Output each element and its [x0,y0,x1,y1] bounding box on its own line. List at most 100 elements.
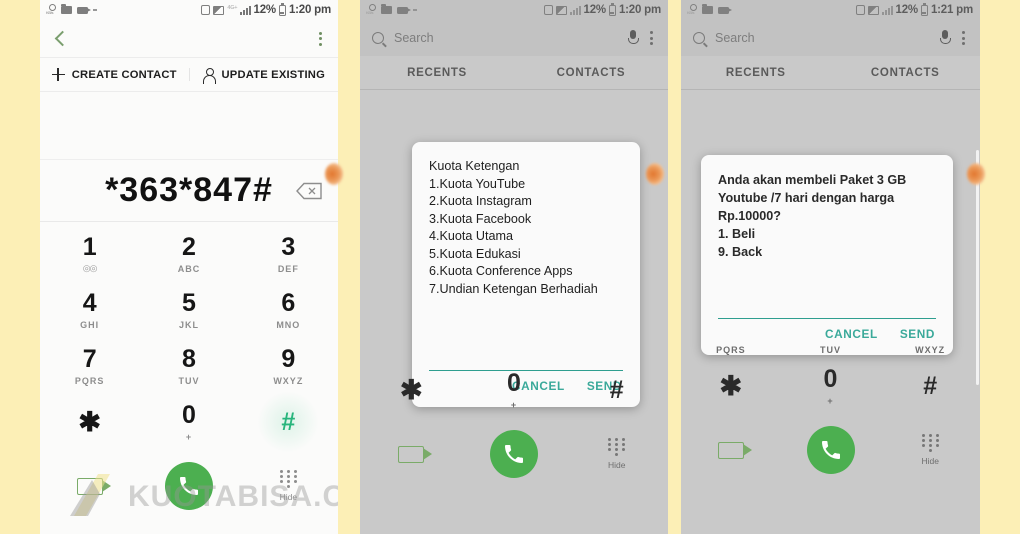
back-icon[interactable] [54,30,71,47]
key-digit: 7 [82,344,97,373]
key-letters: + [827,395,834,406]
key-star[interactable]: ✱ [40,394,139,450]
status-bar-left-icons [46,4,97,16]
tab-recents[interactable]: RECENTS [681,67,831,79]
key-digit: 0 [823,364,838,393]
search-input[interactable]: Search [394,31,618,45]
more-options-icon[interactable] [959,28,968,48]
key-8[interactable]: 8 TUV [139,338,238,394]
key-letters: ABC [177,263,201,274]
edge-nub-3 [967,163,985,185]
phone-screen-ussd-confirm: 12% 1:21 pm Search RECENTS CONTACTS Anda… [681,0,980,534]
key-digit: 6 [281,288,296,317]
voicemail-icon: ◎◎ [82,262,98,273]
key-letters: DEF [277,263,299,274]
key-hash[interactable]: # [565,362,668,418]
key-4[interactable]: 4 GHI [40,282,139,338]
edge-nub-1 [325,163,343,185]
clock-label: 1:20 pm [288,4,331,16]
network-type-label: 4G+ [227,4,238,11]
hide-label: Hide [279,492,298,502]
call-button-cell [781,426,881,474]
video-call-button[interactable] [681,441,781,459]
status-bar: 12% 1:20 pm [360,0,668,20]
call-button-cell [139,462,238,510]
keypad-letters-row: PQRS TUV WXYZ [681,342,980,358]
mic-icon[interactable] [628,30,639,46]
key-digit: ✱ [78,406,101,437]
plus-icon [51,68,65,81]
more-options-icon[interactable] [316,29,325,49]
key-0[interactable]: 0 + [781,358,881,414]
send-button[interactable]: SEND [900,327,935,341]
update-existing-button[interactable]: UPDATE EXISTING [190,67,339,84]
key-letters: + [185,431,193,442]
status-bar-left-icons [367,4,417,16]
key-letters: WXYZ [273,375,304,386]
key-9[interactable]: 9 WXYZ [239,338,338,394]
key-0[interactable]: 0 + [139,394,238,450]
create-contact-button[interactable]: CREATE CONTACT [40,68,190,81]
key-7[interactable]: 7 PQRS [40,338,139,394]
keypad-row: ✱ 0 + # [40,394,338,450]
key-star[interactable]: ✱ [360,362,463,418]
key-0[interactable]: 0 + [463,362,566,418]
hide-keypad-button[interactable]: Hide [565,438,668,470]
status-bar-right-icons: 12% 1:20 pm [544,3,661,16]
dial-keypad: 1 ◎◎ 2 ABC 3 DEF 4 GHI 5 JKL 6 MNO 7 PQR… [40,222,338,450]
key-letters: WXYZ [915,345,946,355]
update-existing-label: UPDATE EXISTING [221,68,325,81]
key-8-letters: TUV [781,342,881,358]
folder-icon [61,4,72,14]
tab-recents[interactable]: RECENTS [360,67,514,79]
backspace-icon[interactable] [296,182,322,199]
key-6[interactable]: 6 MNO [239,282,338,338]
hide-keypad-button[interactable]: Hide [880,434,980,466]
key-digit: # [281,407,296,436]
ussd-message: Kuota Ketengan 1.Kuota YouTube 2.Kuota I… [429,159,598,296]
cancel-button[interactable]: CANCEL [825,327,878,341]
search-input[interactable]: Search [715,31,930,45]
keypad-grid-icon [608,438,626,456]
dialer-bottom-bar: Hide [40,450,338,522]
tab-contacts[interactable]: CONTACTS [831,67,981,79]
contact-actions-bar: CREATE CONTACT UPDATE EXISTING [40,57,338,92]
key-digit: # [609,375,624,404]
dash-icon [93,9,97,11]
keypad-row: 4 GHI 5 JKL 6 MNO [40,282,338,338]
key-star[interactable]: ✱ [681,358,781,414]
more-options-icon[interactable] [647,28,656,48]
keypad-row: ✱ 0 + # [681,358,980,414]
folder-icon [702,4,713,14]
dialed-number-display[interactable]: *363*847# [40,160,338,222]
mic-icon[interactable] [940,30,951,46]
hide-keypad-button[interactable]: Hide [239,470,338,502]
video-call-button[interactable] [40,477,139,495]
key-3[interactable]: 3 DEF [239,226,338,282]
video-call-button[interactable] [360,445,463,463]
screen-cast-icon [213,5,225,15]
call-button[interactable] [164,462,213,510]
key-1[interactable]: 1 ◎◎ [40,226,139,282]
battery-icon [920,3,928,16]
ussd-reply-input[interactable] [718,299,936,319]
call-button[interactable] [490,430,538,478]
key-letters: + [510,399,518,410]
keypad-row: ✱ 0 + # [360,362,668,418]
key-2[interactable]: 2 ABC [139,226,238,282]
search-bar[interactable]: Search [360,20,668,56]
call-button[interactable] [806,426,855,474]
phone-screen-ussd-menu: 12% 1:20 pm Search RECENTS CONTACTS Kuot… [360,0,668,534]
key-hash[interactable]: # [239,394,338,450]
vertical-scrollbar[interactable] [976,150,979,385]
tab-contacts[interactable]: CONTACTS [514,67,668,79]
battery-percent-label: 12% [895,4,919,16]
search-bar[interactable]: Search [681,20,980,56]
battery-percent-label: 12% [583,4,607,16]
battery-percent-label: 12% [253,4,277,16]
key-hash[interactable]: # [880,358,980,414]
key-5[interactable]: 5 JKL [139,282,238,338]
key-digit: 2 [182,232,196,261]
key-digit: ✱ [719,370,743,401]
key-letters: GHI [80,319,100,330]
